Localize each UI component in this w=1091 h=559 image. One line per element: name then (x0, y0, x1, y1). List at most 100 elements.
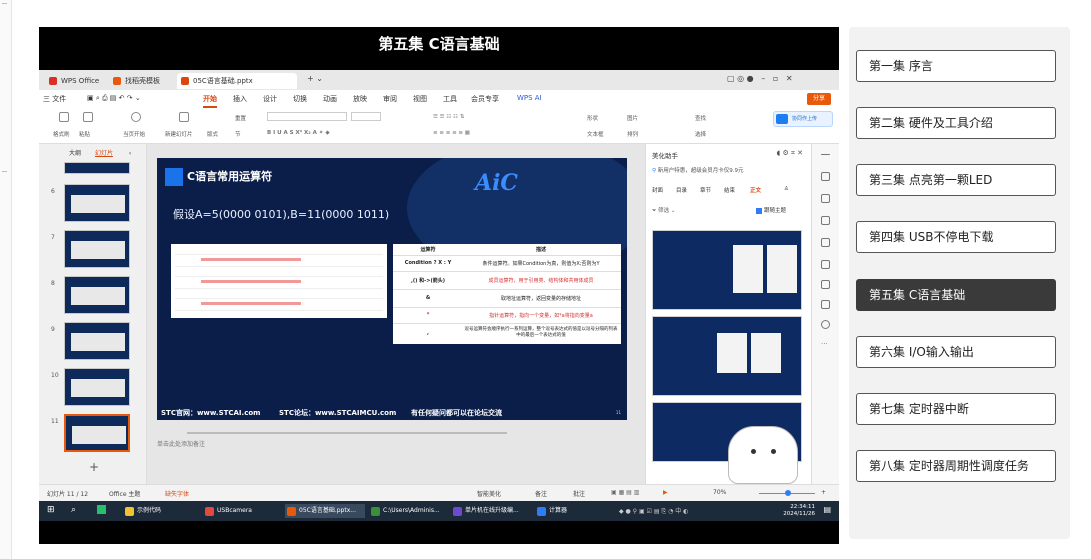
ribbon-toolbar: 格式刷 粘贴 当页开始 新建幻灯片 版式 节 重置 B I U A S X² X… (39, 108, 839, 144)
beautify-tab: 封面 (652, 188, 664, 194)
help-icon (821, 320, 830, 329)
table-row (175, 266, 383, 267)
tray-icons: ◆ ● ⚲ ▣ ☑ ▤ ⎘ ◔ 中 ◐ (619, 508, 689, 515)
menu-animation: 动画 (323, 95, 337, 103)
table-cell: & (425, 295, 431, 301)
ribbon-label: 节 (235, 132, 241, 138)
thumb-content (72, 426, 126, 444)
template-card (733, 245, 763, 293)
smart-beautify: 智能美化 (477, 491, 502, 498)
menu-member: 会员专享 (471, 95, 499, 103)
table-cell: 成员运算符，用于引用类、结构体和共用体成员 (488, 278, 594, 284)
format-painter-icon (59, 112, 69, 122)
taskbar-item: 示例代码 (123, 504, 187, 518)
ribbon-label: 选择 (695, 132, 707, 138)
episode-item-6[interactable]: 第六集 I/O输入输出 (856, 336, 1056, 368)
episode-item-2[interactable]: 第二集 硬件及工具介绍 (856, 107, 1056, 139)
add-slide-icon: + (89, 460, 100, 474)
tab-label: 找稻壳模板 (125, 77, 160, 85)
tab-templates: 找稻壳模板 (109, 73, 160, 89)
paragraph-icons: ☰ ☰ ☷ ☷ ⇅ (433, 114, 465, 120)
bear-eye (771, 449, 776, 454)
ribbon-label: 文本框 (587, 132, 604, 138)
table-row-highlight (201, 258, 301, 261)
beautify-template (652, 230, 802, 310)
shape-icon (821, 260, 830, 269)
pptx-icon (181, 77, 189, 85)
ribbon-label: 当页开始 (123, 132, 146, 138)
table-row-highlight (201, 280, 301, 283)
beautify-tab: 目录 (676, 188, 688, 194)
thumb-content (71, 287, 125, 305)
table-row: Condition ? X : Y 条件运算符。如果Condition为真，则值… (393, 255, 621, 271)
slide-heading-marker (165, 168, 183, 186)
left-edge-strip (0, 0, 12, 559)
taskbar-item: 计算器 (535, 504, 589, 518)
table-row: * 指针运算符，指向一个变量，如*a将指向变量a (393, 307, 621, 323)
menu-transition: 切换 (293, 95, 307, 103)
new-tab-icon: + ⌄ (307, 74, 323, 83)
slideshow-icon: ▶ (663, 489, 668, 496)
promo-text: 新用户特惠，超级会员月卡仅9.9元 (657, 168, 744, 174)
footer-site: STC官网：www.STCAI.com (161, 409, 261, 417)
windows-taskbar: ⊞ ⌕ 示例代码 USBcamera 05C语言基础.pptx... C:\Us… (39, 501, 839, 521)
menu-home: 开始 (203, 95, 217, 103)
wps-tabbar: WPS Office 找稻壳模板 05C语言基础.pptx + ⌄ ▢ ◎ ● … (39, 70, 839, 90)
thumb-number: 11 (51, 418, 59, 425)
episode-item-5-active[interactable]: 第五集 C语言基础 (856, 279, 1056, 311)
episode-item-7[interactable]: 第七集 定时器中断 (856, 393, 1056, 425)
ribbon-label: 形状 (587, 116, 599, 122)
calculator-icon (537, 507, 546, 516)
wps-window: WPS Office 找稻壳模板 05C语言基础.pptx + ⌄ ▢ ◎ ● … (39, 70, 839, 501)
slide-heading: C语言常用运算符 (187, 170, 273, 183)
slide-thumbnail-selected (64, 414, 130, 452)
tab-wps-office: WPS Office (45, 73, 99, 89)
beautify-tab-active: 正文 (750, 188, 762, 194)
table-header-cell: 描述 (535, 247, 546, 253)
font-size-select (351, 112, 381, 121)
beautify-promo: ⚲ 新用户特惠，超级会员月卡仅9.9元 (652, 166, 744, 174)
missing-font: 缺失字体 (165, 491, 190, 498)
table-cell: ,() 和->(箭头) (410, 278, 446, 284)
tab-slides: 幻灯片 (94, 150, 113, 157)
ribbon-label: 版式 (207, 132, 219, 138)
template-card (717, 333, 747, 373)
episode-list: 第一集 序言 第二集 硬件及工具介绍 第三集 点亮第一颗LED 第四集 USB不… (849, 27, 1070, 539)
table-cell: * (426, 312, 430, 318)
thumb-content (71, 241, 125, 259)
new-slide-icon (179, 112, 189, 122)
text-format-icons: B I U A S X² X₂ A ✦ ◆ (267, 130, 330, 136)
windows-start-icon: ⊞ (47, 505, 55, 515)
thumb-content (71, 195, 125, 213)
edge-marker (2, 3, 7, 4)
table-cell: 条件运算符。如果Condition为真，则值为X;否则为Y (482, 261, 600, 267)
wps-statusbar: 幻灯片 11 / 12 Office 主题 缺失字体 智能美化 备注 批注 ▣ … (39, 484, 839, 501)
isp-icon (453, 507, 462, 516)
taskbar-label: 05C语言基础.pptx... (299, 507, 356, 514)
episode-item-4[interactable]: 第四集 USB不停电下载 (856, 221, 1056, 253)
tab-pptx: 05C语言基础.pptx (177, 73, 297, 89)
episode-item-1[interactable]: 第一集 序言 (856, 50, 1056, 82)
checkbox-icon (756, 207, 762, 214)
thumb-number: 6 (51, 188, 55, 195)
video-player[interactable]: 第五集 C语言基础 WPS Office 找稻壳模板 05C语言基础.pptx … (39, 27, 839, 544)
thumb-content (71, 379, 125, 397)
copy-icon (821, 216, 830, 225)
slide-thumbnail-panel: 大纲 幻灯片 ‹ 6 7 8 9 10 11 + (39, 144, 147, 484)
episode-item-8[interactable]: 第八集 定时器周期性调度任务 (856, 450, 1056, 482)
menu-file: 三 文件 (43, 95, 67, 103)
notes-placeholder: 单击此处添加备注 (157, 441, 206, 448)
camera-icon (205, 507, 214, 516)
menu-review: 审阅 (383, 95, 397, 103)
zoom-knob (785, 490, 791, 496)
taskbar-item: 单片机在线升级编... (451, 504, 527, 518)
upload-label: 协同作上传 (792, 116, 818, 122)
upload-button: 协同作上传 (773, 111, 833, 127)
taskbar-label: 示例代码 (137, 507, 162, 514)
table-cell: 取地址运算符，返回变量的存储地址 (500, 296, 581, 302)
slide-canvas: C语言常用运算符 AiC 假设A=5(0000 0101),B=11(0000 … (157, 158, 627, 420)
episode-item-3[interactable]: 第三集 点亮第一颗LED (856, 164, 1056, 196)
search-icon: ⌕ (71, 505, 77, 515)
slide-thumbnail (64, 322, 130, 360)
paste-icon (83, 112, 93, 122)
